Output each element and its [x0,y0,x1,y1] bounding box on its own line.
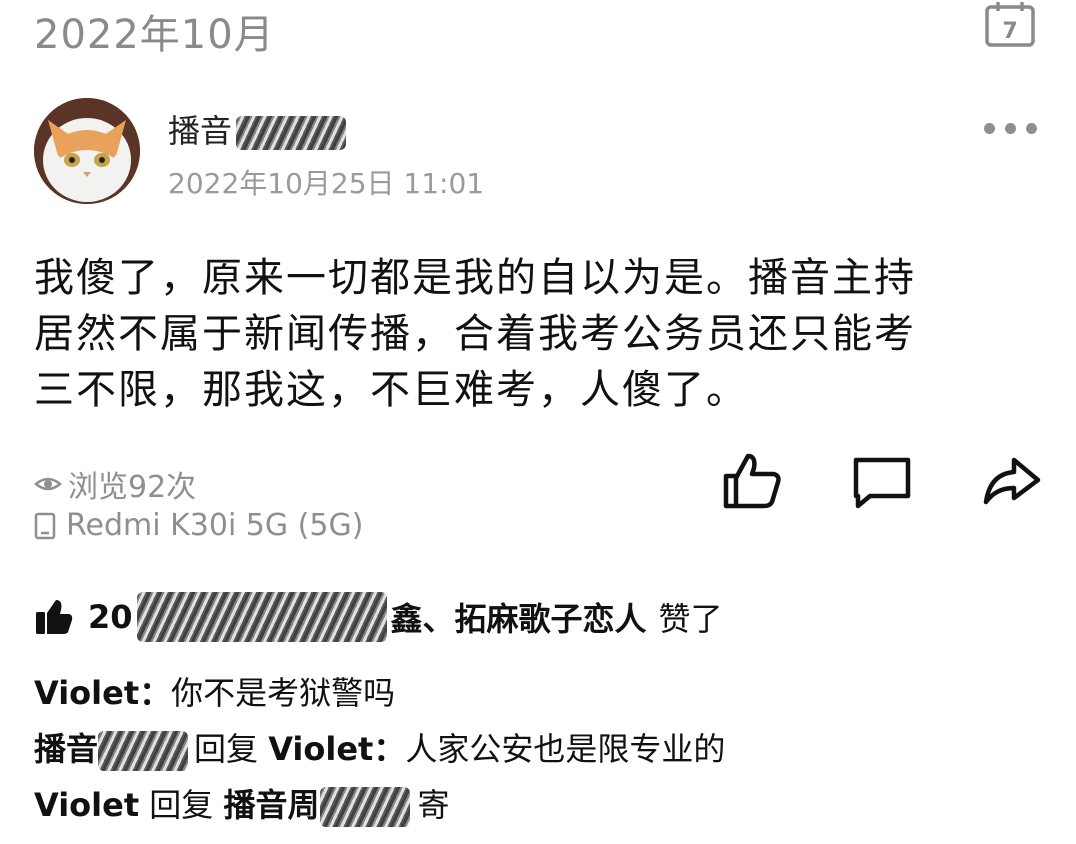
calendar-icon[interactable]: 7 [984,0,1036,48]
comment-author[interactable]: Violet [34,674,139,712]
author-name: 播音 [168,112,233,150]
view-count: 浏览92次 [34,462,196,506]
month-header: 2022年10月 [34,12,275,58]
avatar[interactable] [34,98,140,204]
post-content: 我傻了，原来一切都是我的自以为是。播音主持 居然不属于新闻传播，合着我考公务员还… [34,250,1034,418]
redacted-names [136,592,387,642]
content-line: 三不限，那我这，不巨难考，人傻了。 [34,367,748,413]
more-options-button[interactable] [984,116,1038,140]
views-label: 浏览92次 [68,470,197,505]
likes-suffix: 赞了 [658,600,723,638]
share-icon [983,457,1041,505]
redacted-name [319,787,410,827]
like-filled-icon [36,600,73,634]
comment-item[interactable]: 播音 回复 Violet：人家公安也是限专业的 [34,724,725,771]
comment-text: 寄 [417,786,450,824]
comment-button[interactable] [850,450,914,514]
comment-author[interactable]: Violet [34,786,139,824]
calendar-day: 7 [1002,19,1017,44]
likes-prefix: 20 [88,598,133,636]
post-timestamp: 2022年10月25日 11:01 [168,167,485,200]
like-button[interactable] [720,448,784,512]
reply-to[interactable]: 播音周 [223,786,319,824]
comment-item[interactable]: Violet：你不是考狱警吗 [34,668,395,714]
content-line: 居然不属于新闻传播，合着我考公务员还只能考 [34,311,916,357]
likes-row: 20 鑫、拓麻歌子恋人 赞了 [34,592,723,642]
eye-icon [34,477,62,491]
device-info: Redmi K30i 5G (5G) [34,508,363,543]
reply-word: 回复 [194,730,259,768]
comment-sep: ： [373,730,406,768]
likes-names[interactable]: 鑫、拓麻歌子恋人 [391,594,647,640]
reply-to[interactable]: Violet [268,730,373,768]
more-icon [984,123,995,134]
comment-sep: ： [139,674,172,712]
redacted-name [98,731,189,771]
share-button[interactable] [980,450,1044,514]
more-icon-dot [1005,123,1016,134]
thumbs-up-icon [723,453,781,509]
content-line: 我傻了，原来一切都是我的自以为是。播音主持 [34,255,916,301]
device-label: Redmi K30i 5G (5G) [66,508,364,543]
redacted-name [236,116,347,150]
comment-text: 你不是考狱警吗 [171,674,396,712]
reply-word: 回复 [149,786,214,824]
phone-icon [34,512,56,539]
comment-text: 人家公安也是限专业的 [405,730,726,768]
post-author[interactable]: 播音 [168,106,347,152]
comment-item[interactable]: Violet 回复 播音周 寄 [34,780,450,827]
more-icon-dot [1026,123,1037,134]
comment-icon [853,457,911,509]
comment-author[interactable]: 播音 [34,730,98,768]
